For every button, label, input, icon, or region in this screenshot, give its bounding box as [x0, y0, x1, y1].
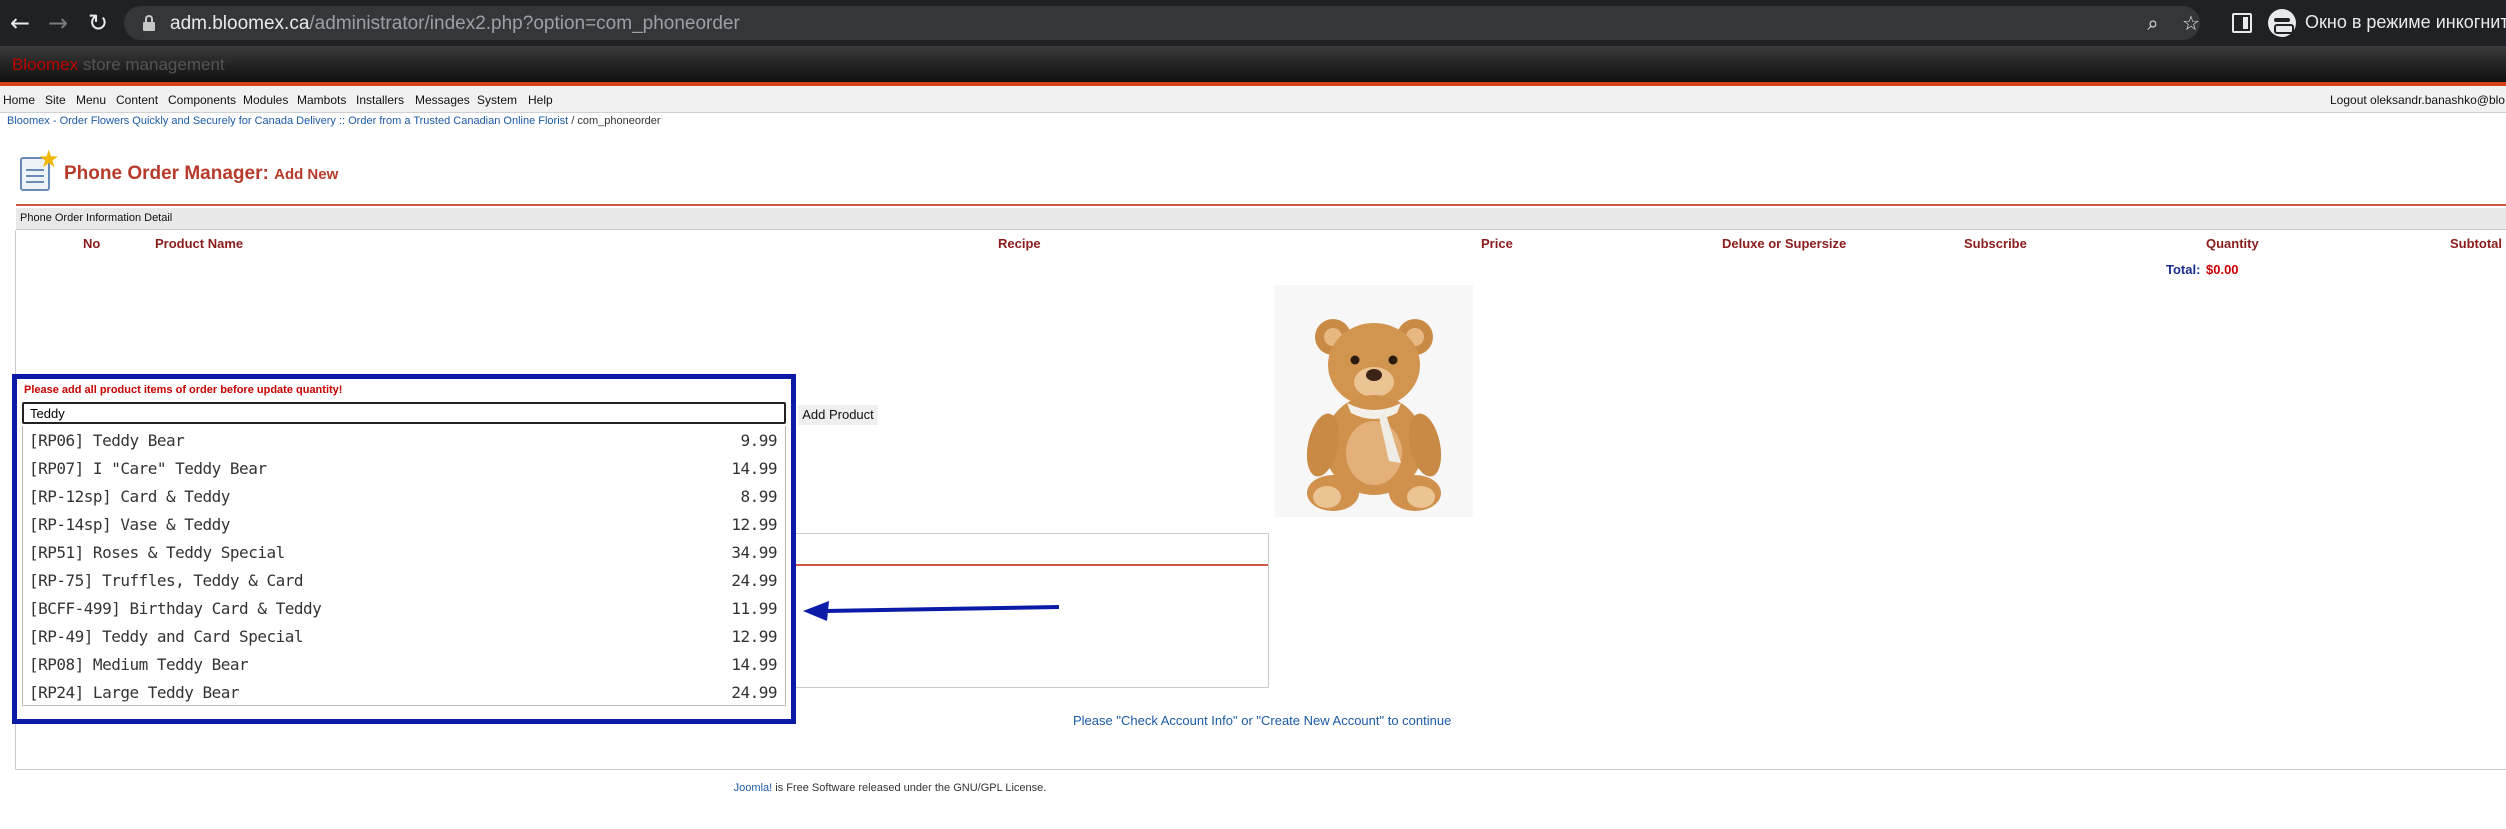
menu-item-home[interactable]: Home: [3, 93, 35, 107]
breadcrumb-component: com_phoneorder: [577, 115, 661, 127]
suggestion-price: 14.99: [731, 655, 777, 674]
suggestion-item[interactable]: [RP06] Teddy Bear 9.99: [23, 426, 785, 454]
lock-icon: [142, 15, 156, 31]
suggestion-price: 11.99: [731, 599, 777, 618]
menu-item-menu[interactable]: Menu: [76, 93, 106, 107]
quantity-warning: Please add all product items of order be…: [24, 384, 343, 396]
product-suggestion-list: [RP06] Teddy Bear 9.99 [RP07] I "Care" Te…: [22, 426, 786, 706]
order-manager-icon: ★: [18, 145, 60, 193]
product-image: [1275, 285, 1473, 517]
suggestion-name: [RP-12sp] Card & Teddy: [29, 487, 230, 506]
back-arrow-icon[interactable]: ←: [6, 9, 34, 37]
suggestion-price: 24.99: [731, 571, 777, 590]
zoom-icon[interactable]: ⌕: [2140, 10, 2166, 36]
page-title: Phone Order Manager: Add New: [64, 163, 338, 185]
suggestion-name: [RP06] Teddy Bear: [29, 431, 185, 450]
suggestion-item[interactable]: [RP08] Medium Teddy Bear 14.99: [23, 650, 785, 678]
footer-joomla-link[interactable]: Joomla!: [734, 782, 773, 794]
suggestion-item[interactable]: [RP51] Roses & Teddy Special 34.99: [23, 538, 785, 566]
continue-message: Please "Check Account Info" or "Create N…: [1073, 713, 1452, 728]
admin-menubar: Home Site Menu Content Components Module…: [0, 86, 2506, 113]
incognito-icon[interactable]: [2268, 9, 2296, 37]
suggestion-item[interactable]: [RP-14sp] Vase & Teddy 12.99: [23, 510, 785, 538]
menu-item-system[interactable]: System: [477, 93, 517, 107]
footer: Joomla! is Free Software released under …: [0, 782, 1780, 794]
add-product-button[interactable]: Add Product: [798, 405, 878, 425]
suggestion-name: [BCFF-499] Birthday Card & Teddy: [29, 599, 322, 618]
annotation-arrow-icon: [803, 601, 1060, 621]
admin-header: Bloomex store management: [0, 46, 2506, 82]
bookmark-star-icon[interactable]: ☆: [2178, 10, 2204, 36]
menu-item-help[interactable]: Help: [528, 93, 553, 107]
suggestion-item[interactable]: [RP24] Large Teddy Bear 24.99: [23, 678, 785, 706]
suggestion-name: [RP-75] Truffles, Teddy & Card: [29, 571, 303, 590]
section-title: Phone Order Information Detail: [20, 212, 173, 224]
menu-item-site[interactable]: Site: [45, 93, 66, 107]
title-divider: [16, 204, 2506, 206]
brand-name: Bloomex: [12, 55, 79, 74]
column-header-recipe: Recipe: [998, 236, 1041, 251]
brand-tagline: store management: [82, 55, 225, 74]
menu-item-components[interactable]: Components: [168, 93, 236, 107]
suggestion-name: [RP24] Large Teddy Bear: [29, 683, 240, 702]
suggestion-name: [RP08] Medium Teddy Bear: [29, 655, 249, 674]
suggestion-name: [RP-14sp] Vase & Teddy: [29, 515, 230, 534]
menu-item-messages[interactable]: Messages: [415, 93, 470, 107]
suggestion-item[interactable]: [BCFF-499] Birthday Card & Teddy 11.99: [23, 594, 785, 622]
incognito-label: Окно в режиме инкогнито: [2305, 12, 2506, 32]
url-text[interactable]: adm.bloomex.ca/administrator/index2.php?…: [170, 13, 740, 35]
suggestion-item[interactable]: [RP07] I "Care" Teddy Bear 14.99: [23, 454, 785, 482]
suggestion-price: 14.99: [731, 459, 777, 478]
url-path: /administrator/index2.php?option=com_pho…: [309, 13, 740, 34]
suggestion-item[interactable]: [RP-75] Truffles, Teddy & Card 24.99: [23, 566, 785, 594]
section-header: Phone Order Information Detail: [16, 208, 2506, 230]
total-value: $0.00: [2206, 262, 2239, 277]
suggestion-item[interactable]: [RP-12sp] Card & Teddy 8.99: [23, 482, 785, 510]
browser-toolbar: ← → ↻ adm.bloomex.ca/administrator/index…: [0, 0, 2506, 46]
menu-item-mambots[interactable]: Mambots: [297, 93, 346, 107]
menu-item-content[interactable]: Content: [116, 93, 158, 107]
footer-text: is Free Software released under the GNU/…: [772, 782, 1047, 794]
column-header-product-name: Product Name: [155, 236, 244, 251]
page-title-sub: Add New: [274, 166, 339, 183]
side-panel-icon[interactable]: [2232, 13, 2252, 33]
column-header-subscribe: Subscribe: [1964, 236, 2027, 251]
breadcrumb-separator: /: [568, 115, 578, 127]
suggestion-price: 8.99: [740, 487, 777, 506]
suggestion-name: [RP-49] Teddy and Card Special: [29, 627, 303, 646]
brand: Bloomex store management: [12, 55, 225, 75]
column-header-deluxe: Deluxe or Supersize: [1722, 236, 1847, 251]
suggestion-price: 12.99: [731, 515, 777, 534]
suggestion-name: [RP51] Roses & Teddy Special: [29, 543, 285, 562]
column-header-no: No: [83, 236, 101, 251]
column-header-subtotal: Subtotal: [2450, 236, 2502, 251]
logout-link[interactable]: Logout oleksandr.banashko@blo: [2330, 93, 2505, 107]
url-host: adm.bloomex.ca: [170, 13, 310, 34]
total-label: Total:: [2166, 262, 2201, 277]
page-title-main: Phone Order Manager:: [64, 163, 269, 184]
reload-icon[interactable]: ↻: [84, 9, 112, 37]
teddy-bear-image: [1306, 319, 1442, 511]
breadcrumb: Bloomex - Order Flowers Quickly and Secu…: [7, 115, 661, 127]
suggestion-name: [RP07] I "Care" Teddy Bear: [29, 459, 267, 478]
suggestion-price: 9.99: [740, 431, 777, 450]
product-search-input[interactable]: [22, 402, 786, 424]
forward-arrow-icon[interactable]: →: [44, 9, 72, 37]
menu-item-installers[interactable]: Installers: [356, 93, 404, 107]
address-bar[interactable]: adm.bloomex.ca/administrator/index2.php?…: [124, 6, 2200, 40]
menu-item-modules[interactable]: Modules: [243, 93, 288, 107]
suggestion-price: 12.99: [731, 627, 777, 646]
suggestion-price: 24.99: [731, 683, 777, 702]
suggestion-price: 34.99: [731, 543, 777, 562]
column-header-quantity: Quantity: [2206, 236, 2259, 251]
breadcrumb-site-link[interactable]: Bloomex - Order Flowers Quickly and Secu…: [7, 115, 568, 127]
column-header-price: Price: [1481, 236, 1513, 251]
suggestion-item[interactable]: [RP-49] Teddy and Card Special 12.99: [23, 622, 785, 650]
